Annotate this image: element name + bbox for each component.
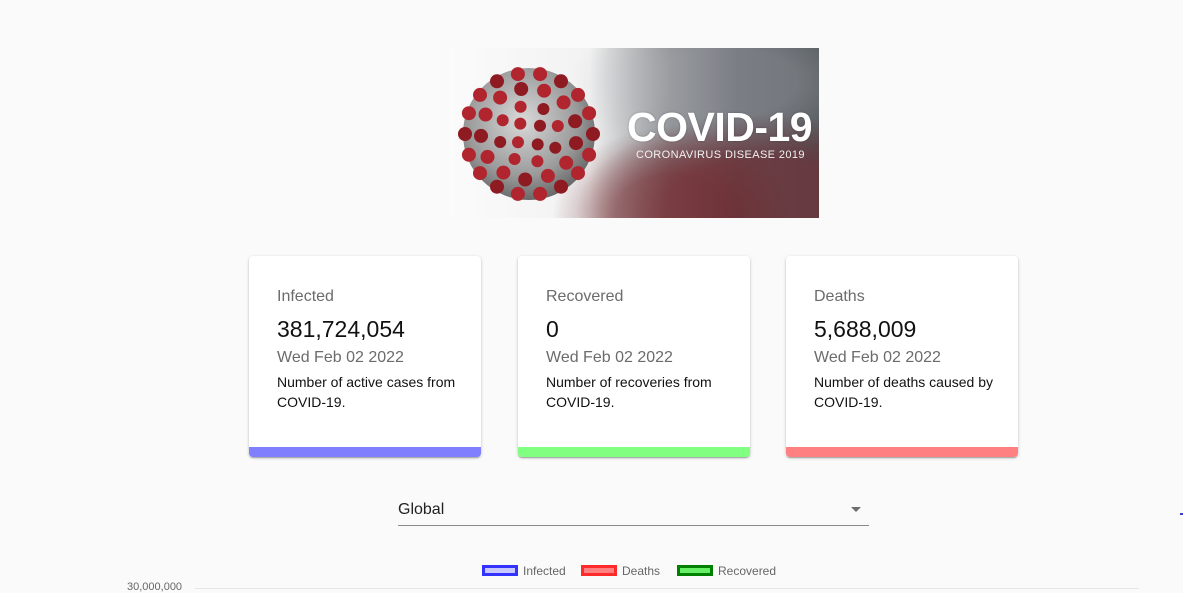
card-value: 0 <box>546 316 559 342</box>
card-date: Wed Feb 02 2022 <box>277 349 404 366</box>
virus-spike <box>512 136 524 149</box>
virus-spike <box>586 127 600 141</box>
virus-spike <box>508 153 521 165</box>
virus-spike <box>554 74 568 89</box>
virus-spike <box>496 114 509 127</box>
virus-spike <box>533 67 548 82</box>
virus-spike <box>461 147 476 162</box>
card-color-bar <box>249 447 481 457</box>
dropdown-arrow-icon[interactable] <box>851 507 861 512</box>
virus-spike <box>514 100 527 113</box>
recovered-card: Recovered 0 Wed Feb 02 2022 Number of re… <box>518 256 750 457</box>
virus-spike <box>568 114 583 129</box>
virus-spike <box>510 186 525 201</box>
virus-spike <box>490 74 504 89</box>
card-date: Wed Feb 02 2022 <box>546 349 673 366</box>
legend-label: Deaths <box>622 563 661 578</box>
virus-spike <box>514 82 529 96</box>
virus-spike <box>571 87 585 102</box>
banner-subtitle: CORONAVIRUS DISEASE 2019 <box>636 149 805 161</box>
virus-spike <box>540 168 555 183</box>
covid-banner-image: COVID-19 CORONAVIRUS DISEASE 2019 <box>449 48 819 218</box>
virus-spike <box>582 106 597 121</box>
virus-spike <box>518 172 533 187</box>
virus-spike <box>474 128 488 143</box>
card-date: Wed Feb 02 2022 <box>814 349 941 366</box>
virus-spike <box>493 90 508 105</box>
chart-gridline <box>195 588 1139 589</box>
virus-spike <box>494 136 507 148</box>
card-title: Deaths <box>814 288 865 305</box>
card-value: 5,688,009 <box>814 316 917 342</box>
virus-spike <box>571 166 585 181</box>
virus-spike <box>569 136 583 151</box>
virus-spike <box>473 166 487 181</box>
card-description: Number of deaths caused by COVID-19. <box>814 374 993 410</box>
legend-item-recovered[interactable]: Recovered <box>677 563 776 579</box>
country-select-value: Global <box>398 501 445 518</box>
card-value: 381,724,054 <box>277 316 405 342</box>
legend-swatch <box>482 565 518 577</box>
virus-spike <box>473 87 487 102</box>
virus-spike <box>480 149 495 164</box>
virus-spike <box>533 186 548 201</box>
y-axis-tick-label: 30,000,000 <box>127 581 183 593</box>
card-title: Recovered <box>546 288 624 305</box>
country-select[interactable]: Global <box>398 494 869 526</box>
banner-title: COVID-19 <box>627 104 813 150</box>
virus-spike <box>496 165 511 180</box>
virus-spike <box>478 107 493 122</box>
legend-label: Infected <box>523 563 566 578</box>
legend-swatch <box>677 565 713 577</box>
card-color-bar <box>518 447 750 457</box>
virus-spike <box>554 179 568 194</box>
virus-spike <box>490 179 504 194</box>
virus-spike <box>551 120 564 132</box>
card-title: Infected <box>277 288 334 305</box>
legend-item-infected[interactable]: Infected <box>482 563 566 579</box>
virus-spike <box>559 155 574 170</box>
virus-spike <box>534 119 546 132</box>
virus-spike <box>582 147 597 162</box>
deaths-card: Deaths 5,688,009 Wed Feb 02 2022 Number … <box>786 256 1018 457</box>
virus-spike <box>531 155 544 168</box>
virus-spike <box>514 117 527 130</box>
virus-spike <box>510 67 525 82</box>
card-description: Number of recoveries from COVID-19. <box>546 374 712 410</box>
infected-card: Infected 381,724,054 Wed Feb 02 2022 Num… <box>249 256 481 457</box>
coronavirus-icon <box>458 67 600 201</box>
virus-spike <box>537 83 552 98</box>
virus-spike <box>537 103 550 115</box>
legend-item-deaths[interactable]: Deaths <box>581 563 660 579</box>
card-description: Number of active cases from COVID-19. <box>277 374 456 410</box>
virus-spike <box>531 138 544 151</box>
virus-spike <box>549 141 562 154</box>
legend-label: Recovered <box>718 563 777 578</box>
virus-spike <box>556 95 571 110</box>
virus-spike <box>458 127 472 141</box>
card-color-bar <box>786 447 1018 457</box>
legend-swatch <box>581 565 617 577</box>
virus-spike <box>461 106 476 121</box>
